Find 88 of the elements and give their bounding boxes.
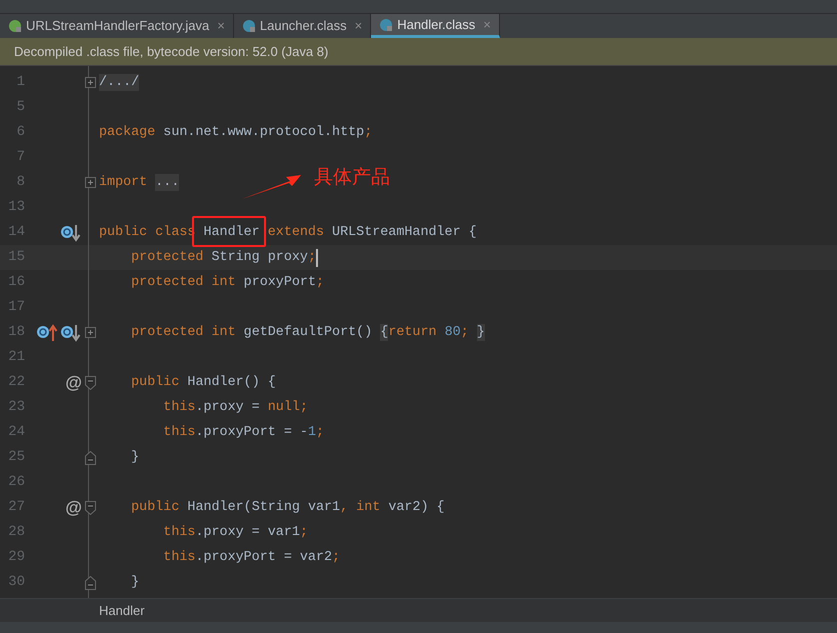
line-number: 30 <box>7 573 25 592</box>
code-token: protected <box>130 249 204 266</box>
interface-file-icon <box>8 19 22 33</box>
code-token: this <box>162 399 196 416</box>
code-token: String proxy <box>212 249 308 266</box>
decompiled-banner: Decompiled .class file, bytecode version: 52.0 (Java 8) <box>0 38 837 66</box>
line-number: 5 <box>16 98 25 117</box>
code-token: 1 <box>308 424 316 441</box>
code-token: ; <box>316 424 324 441</box>
code-token: URLStreamHandler { <box>332 224 477 241</box>
breadcrumb-item[interactable]: Handler <box>99 600 145 620</box>
code-token: Handler() { <box>187 374 276 391</box>
fold-plus-icon[interactable] <box>85 327 96 338</box>
text-caret <box>316 248 318 266</box>
code-token: , int <box>340 499 382 516</box>
code-token: ; <box>316 274 324 291</box>
implemented-down-arrow-icon[interactable] <box>60 324 82 342</box>
line-number: 29 <box>7 548 25 567</box>
code-token: protected int <box>130 324 237 341</box>
code-token: protected int <box>130 274 237 291</box>
class-file-icon <box>379 18 394 32</box>
code-token: ; <box>332 549 340 566</box>
code-token: } <box>130 574 140 591</box>
folded-code[interactable]: { <box>380 324 388 341</box>
code-token: var2) { <box>388 499 445 516</box>
at-sign-icon: @ <box>65 499 82 516</box>
code-token: .proxyPort = - <box>195 424 308 441</box>
tab-label: Launcher.class <box>260 17 347 36</box>
line-number: 13 <box>7 198 25 217</box>
fold-plus-icon[interactable] <box>85 77 96 88</box>
class-file-icon <box>242 19 256 33</box>
tab-label: Handler.class <box>397 16 476 34</box>
close-icon[interactable]: × <box>217 16 225 36</box>
callout-label: 具体产品 <box>314 166 390 190</box>
at-sign-icon: @ <box>65 374 82 391</box>
close-icon[interactable]: × <box>354 16 362 36</box>
code-token: return <box>388 324 438 341</box>
code-token: Handler(String var1 <box>187 499 340 516</box>
code-token: 80 <box>444 324 461 341</box>
code-token: proxyPort <box>244 274 316 291</box>
line-number: 28 <box>7 523 25 542</box>
code-token: Handler <box>203 224 260 241</box>
fold-minus-icon[interactable] <box>85 450 96 464</box>
code-token: .proxyPort = var2 <box>195 549 332 566</box>
folded-code[interactable]: } <box>476 324 485 341</box>
line-number: 14 <box>7 223 25 242</box>
fold-minus-icon[interactable] <box>85 376 96 390</box>
line-number: 27 <box>7 498 25 517</box>
fold-plus-icon[interactable] <box>85 177 96 188</box>
code-token: package <box>99 124 156 141</box>
line-number: 6 <box>16 123 25 142</box>
editor-tab[interactable]: Handler.class × <box>371 14 500 38</box>
code-token: this <box>162 549 196 566</box>
implemented-down-arrow-icon[interactable] <box>60 224 82 242</box>
code-token: sun.net.www.protocol.http <box>163 124 364 141</box>
folded-code[interactable]: /.../ <box>99 74 140 91</box>
line-number: 16 <box>7 273 25 292</box>
code-token: .proxy = var1 <box>195 524 300 541</box>
line-number: 8 <box>16 173 25 192</box>
code-token: import <box>99 174 148 191</box>
line-number: 18 <box>7 323 25 342</box>
code-token: ; <box>308 249 316 266</box>
line-number: 21 <box>7 348 25 367</box>
code-token: public <box>130 499 180 516</box>
line-number: 7 <box>16 148 25 167</box>
line-number: 1 <box>16 73 25 92</box>
fold-minus-icon[interactable] <box>85 500 96 514</box>
line-number: 17 <box>7 298 25 317</box>
code-token: ; <box>460 324 470 341</box>
code-token: getDefaultPort() <box>244 324 374 341</box>
line-number: 23 <box>7 398 25 417</box>
code-token: extends <box>266 224 326 241</box>
line-number: 26 <box>7 473 25 492</box>
code-token: null; <box>268 399 308 416</box>
code-token: } <box>130 449 140 466</box>
code-token: this <box>162 424 196 441</box>
code-token: this <box>162 524 196 541</box>
code-token: .proxy = <box>195 399 261 416</box>
code-token: ; <box>300 524 308 541</box>
line-number: 24 <box>7 423 25 442</box>
line-number: 22 <box>7 373 25 392</box>
code-token: public <box>130 374 180 391</box>
line-number: 25 <box>7 448 25 467</box>
code-token: ; <box>364 124 372 141</box>
tab-label: URLStreamHandlerFactory.java <box>26 17 210 36</box>
override-up-arrow-icon[interactable] <box>36 324 58 342</box>
fold-minus-icon[interactable] <box>85 576 96 590</box>
folded-code[interactable]: ... <box>155 174 180 191</box>
